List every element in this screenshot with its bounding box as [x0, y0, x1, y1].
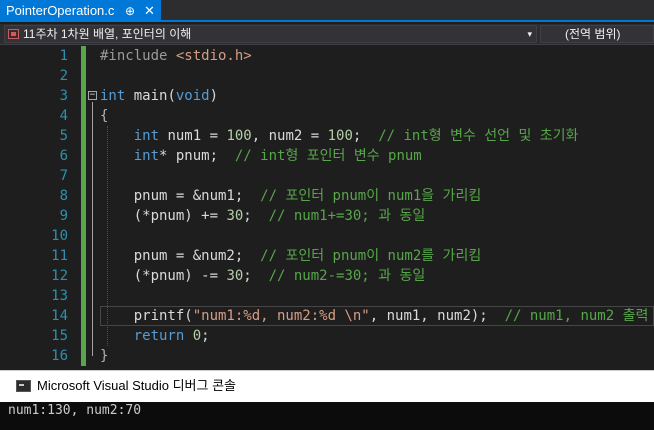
line-number: 13	[51, 288, 68, 304]
code-token: printf(	[100, 308, 193, 324]
code-token: int	[133, 148, 160, 164]
code-token: return	[133, 328, 185, 344]
debug-console-titlebar[interactable]: Microsoft Visual Studio 디버그 콘솔	[0, 370, 654, 402]
code-token: , num1, num2);	[369, 308, 505, 324]
code-token: 100	[327, 128, 353, 144]
code-token: // num1+=30; 과 동일	[268, 208, 426, 224]
line-number: 1	[59, 48, 68, 64]
line-number: 5	[59, 128, 68, 144]
code-token: #include	[100, 48, 176, 64]
code-token: num1 =	[159, 128, 227, 144]
code-line[interactable]: (*pnum) += 30; // num1+=30; 과 동일	[100, 206, 426, 226]
code-line[interactable]: {	[100, 106, 108, 126]
line-number: 9	[59, 208, 68, 224]
code-line[interactable]: (*pnum) -= 30; // num2-=30; 과 동일	[100, 266, 426, 286]
pin-icon[interactable]: ⊕	[125, 0, 135, 22]
code-token: ;	[201, 328, 210, 344]
code-token: (*pnum) +=	[100, 208, 227, 224]
line-number: 12	[51, 268, 68, 284]
code-token: pnum = &num2;	[100, 248, 261, 264]
code-token: (*pnum) -=	[100, 268, 227, 284]
fold-guide	[92, 102, 93, 356]
line-number: 15	[51, 328, 68, 344]
code-token: "num1:%d, num2:%d \n"	[192, 308, 370, 324]
line-number: 16	[51, 348, 68, 364]
code-token: ;	[243, 268, 269, 284]
code-token: void	[175, 88, 210, 104]
code-token: , num2 =	[251, 128, 328, 144]
chevron-down-icon: ▾	[527, 29, 532, 39]
code-token: main(	[125, 88, 176, 104]
code-token: 0	[192, 328, 202, 344]
member-scope-label: (전역 범위)	[565, 27, 621, 41]
code-editor[interactable]: 1 2 3 4 5 6 7 8 9 10 11 12 13 14 15 16 − #include <stdi…	[0, 46, 654, 370]
tab-title: PointerOperation.c	[6, 3, 115, 18]
code-line[interactable]: int main(void)	[100, 86, 218, 106]
code-token: // int형 포인터 변수 pnum	[234, 148, 422, 164]
project-scope-label: 11주차 1차원 배열, 포인터의 이해	[23, 27, 192, 41]
document-tab-bar: PointerOperation.c ⊕ ✕	[0, 0, 654, 22]
code-token: // num1, num2 출력	[504, 308, 649, 324]
code-line[interactable]: int* pnum; // int형 포인터 변수 pnum	[100, 146, 422, 166]
code-line[interactable]: pnum = &num1; // 포인터 pnum이 num1을 가리킴	[100, 186, 482, 206]
code-token: }	[100, 348, 109, 364]
code-token: <stdio.h>	[175, 48, 252, 64]
console-icon	[16, 380, 31, 392]
code-line[interactable]: return 0;	[100, 326, 210, 346]
code-token: )	[209, 88, 219, 104]
collapse-icon[interactable]: −	[88, 91, 97, 100]
line-number: 7	[59, 168, 68, 184]
code-token: // int형 변수 선언 및 초기화	[378, 128, 579, 144]
line-number: 14	[51, 308, 68, 324]
line-number: 2	[59, 68, 68, 84]
code-token: pnum = &num1;	[100, 188, 261, 204]
code-token: ;	[352, 128, 379, 144]
code-line[interactable]: }	[100, 346, 108, 366]
line-number: 4	[59, 108, 68, 124]
line-number: 10	[51, 228, 68, 244]
code-token: // 포인터 pnum이 num2를 가리킴	[260, 248, 482, 264]
code-token: // num2-=30; 과 동일	[268, 268, 426, 284]
project-icon	[8, 29, 19, 39]
code-token: ;	[243, 208, 269, 224]
code-token: // 포인터 pnum이 num1을 가리킴	[260, 188, 482, 204]
code-line[interactable]: pnum = &num2; // 포인터 pnum이 num2를 가리킴	[100, 246, 482, 266]
change-tracking-bar	[81, 46, 86, 366]
line-number: 8	[59, 188, 68, 204]
code-token: 100	[226, 128, 252, 144]
member-scope-dropdown[interactable]: (전역 범위)	[540, 25, 654, 43]
tab-pointeroperation-c[interactable]: PointerOperation.c ⊕ ✕	[0, 0, 161, 22]
code-token: {	[100, 108, 109, 124]
debug-console-output[interactable]: num1:130, num2:70	[0, 402, 654, 430]
line-number: 6	[59, 148, 68, 164]
close-icon[interactable]: ✕	[144, 0, 155, 22]
navigation-bar: 11주차 1차원 배열, 포인터의 이해 ▾ (전역 범위)	[0, 24, 654, 45]
code-line[interactable]: printf("num1:%d, num2:%d \n", num1, num2…	[100, 306, 649, 326]
code-token: int	[100, 88, 126, 104]
console-output-text: num1:130, num2:70	[8, 403, 142, 418]
line-number: 11	[51, 248, 68, 264]
code-token: int	[133, 128, 160, 144]
code-token: 30	[226, 268, 244, 284]
code-token: 30	[226, 208, 244, 224]
code-line[interactable]: #include <stdio.h>	[100, 46, 252, 66]
code-line[interactable]: int num1 = 100, num2 = 100; // int형 변수 선…	[100, 126, 579, 146]
code-token: * pnum;	[159, 148, 235, 164]
line-number: 3	[59, 88, 68, 104]
console-title: Microsoft Visual Studio 디버그 콘솔	[37, 378, 237, 393]
project-scope-dropdown[interactable]: 11주차 1차원 배열, 포인터의 이해 ▾	[4, 25, 537, 43]
